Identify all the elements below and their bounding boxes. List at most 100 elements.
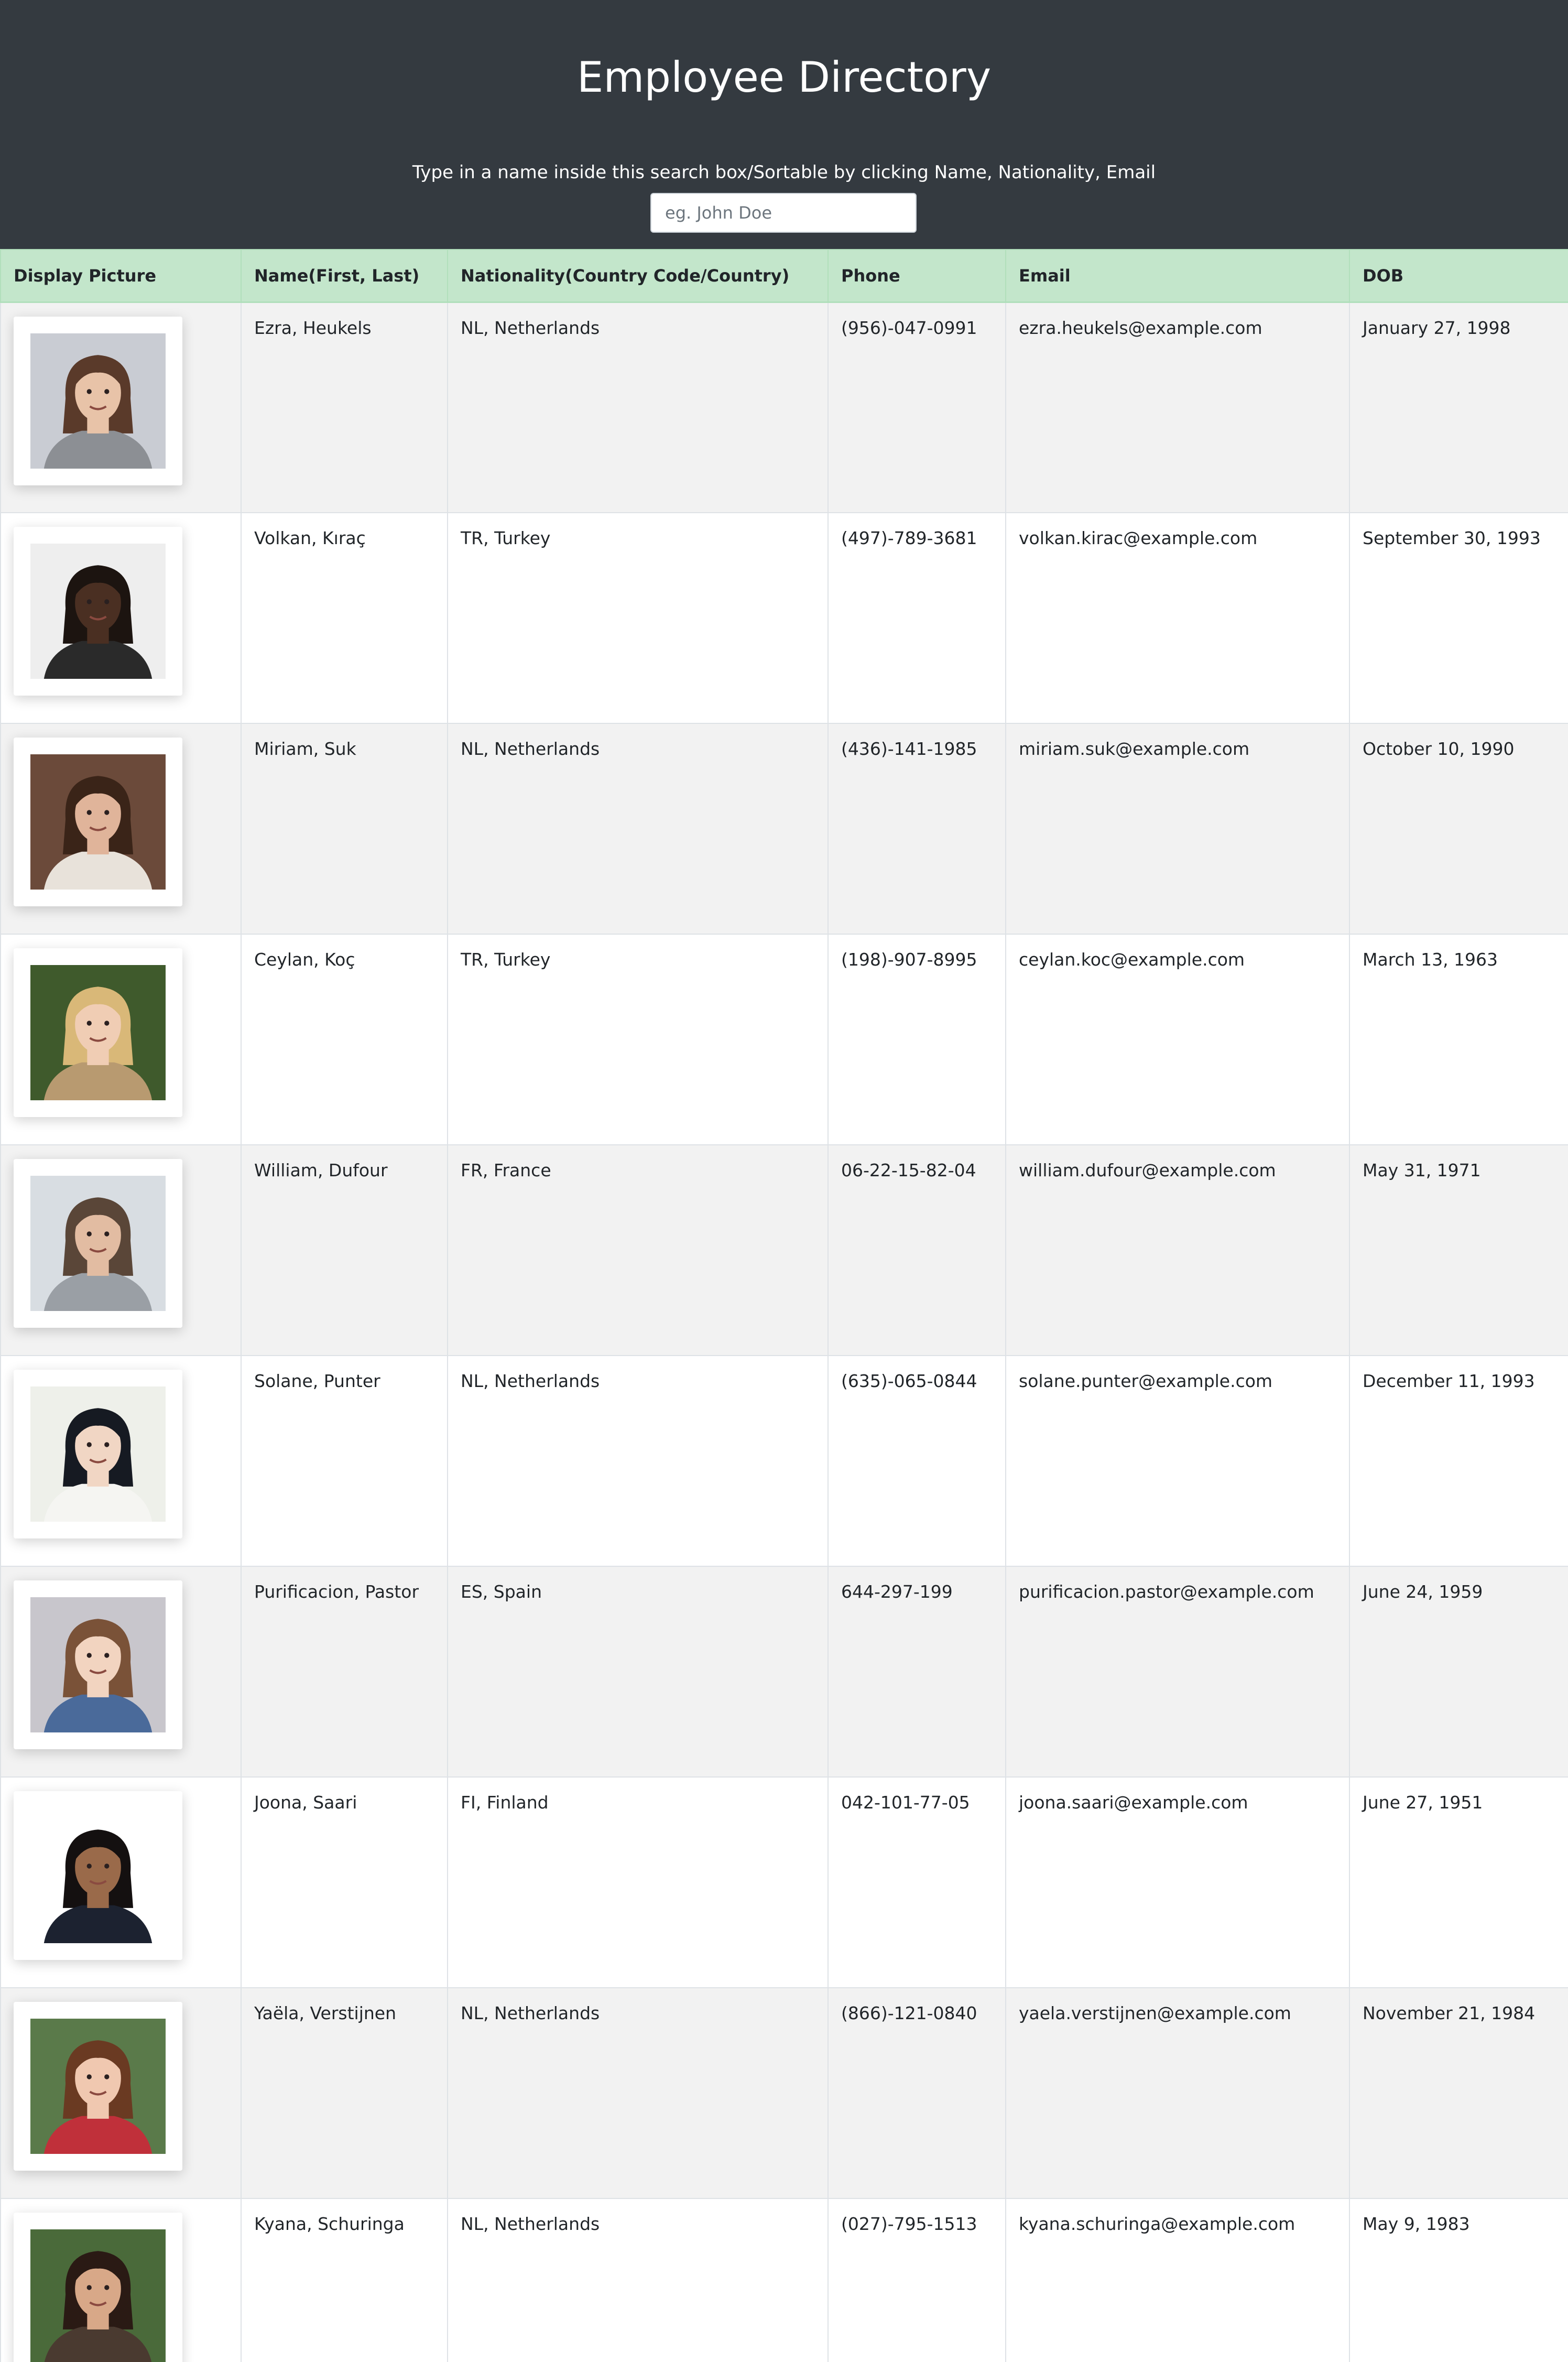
employee-phone: (635)-065-0844 <box>827 1355 1006 1567</box>
column-header-display-picture: Display Picture <box>0 249 242 303</box>
table-row: Yaëla, Verstijnen NL, Netherlands (866)-… <box>0 1987 1568 2199</box>
search-hint: Type in a name inside this search box/So… <box>412 162 1156 183</box>
page-header: Employee Directory Type in a name inside… <box>0 0 1568 249</box>
employee-name: Yaëla, Verstijnen <box>241 1987 448 2199</box>
employee-nationality: ES, Spain <box>447 1566 829 1778</box>
employee-name: Kyana, Schuringa <box>241 2198 448 2362</box>
table-row: Purificacion, Pastor ES, Spain 644-297-1… <box>0 1566 1568 1778</box>
avatar <box>30 1808 166 1943</box>
table-row: Solane, Punter NL, Netherlands (635)-065… <box>0 1355 1568 1567</box>
display-picture-cell <box>0 1144 242 1356</box>
display-picture-frame <box>14 738 182 906</box>
display-picture-cell <box>0 512 242 724</box>
display-picture-cell <box>0 1776 242 1988</box>
display-picture-cell <box>0 2198 242 2362</box>
display-picture-frame <box>14 1791 182 1960</box>
employee-name: Ceylan, Koç <box>241 934 448 1145</box>
table-row: Ceylan, Koç TR, Turkey (198)-907-8995 ce… <box>0 934 1568 1145</box>
avatar <box>30 1597 166 1732</box>
avatar <box>30 1176 166 1311</box>
display-picture-frame <box>14 527 182 696</box>
column-header-nationality[interactable]: Nationality(Country Code/Country) <box>447 249 829 303</box>
employee-email: kyana.schuringa@example.com <box>1005 2198 1350 2362</box>
column-header-name[interactable]: Name(First, Last) <box>241 249 448 303</box>
employee-dob: December 11, 1993 <box>1349 1355 1568 1567</box>
avatar <box>30 754 166 890</box>
employee-email: volkan.kirac@example.com <box>1005 512 1350 724</box>
display-picture-cell <box>0 1355 242 1567</box>
employee-name: Volkan, Kıraç <box>241 512 448 724</box>
employee-nationality: FI, Finland <box>447 1776 829 1988</box>
search-input[interactable] <box>650 193 917 233</box>
employee-nationality: NL, Netherlands <box>447 301 829 513</box>
page-title: Employee Directory <box>576 53 992 102</box>
employee-nationality: NL, Netherlands <box>447 1987 829 2199</box>
display-picture-frame <box>14 1580 182 1749</box>
avatar <box>30 544 166 679</box>
employee-dob: May 9, 1983 <box>1349 2198 1568 2362</box>
employee-name: Miriam, Suk <box>241 723 448 935</box>
employee-name: Solane, Punter <box>241 1355 448 1567</box>
table-row: Miriam, Suk NL, Netherlands (436)-141-19… <box>0 723 1568 935</box>
employee-nationality: TR, Turkey <box>447 512 829 724</box>
employee-phone: (866)-121-0840 <box>827 1987 1006 2199</box>
employee-email: joona.saari@example.com <box>1005 1776 1350 1988</box>
display-picture-frame <box>14 948 182 1117</box>
display-picture-cell <box>0 1987 242 2199</box>
table-row: Ezra, Heukels NL, Netherlands (956)-047-… <box>0 301 1568 513</box>
employee-dob: June 24, 1959 <box>1349 1566 1568 1778</box>
employee-email: william.dufour@example.com <box>1005 1144 1350 1356</box>
employee-name: Joona, Saari <box>241 1776 448 1988</box>
employee-email: ceylan.koc@example.com <box>1005 934 1350 1145</box>
avatar <box>30 965 166 1100</box>
display-picture-frame <box>14 316 182 485</box>
employee-dob: November 21, 1984 <box>1349 1987 1568 2199</box>
avatar <box>30 333 166 469</box>
table-row: Kyana, Schuringa NL, Netherlands (027)-7… <box>0 2198 1568 2362</box>
column-header-email[interactable]: Email <box>1005 249 1350 303</box>
employee-nationality: TR, Turkey <box>447 934 829 1145</box>
display-picture-cell <box>0 1566 242 1778</box>
table-header-row: Display Picture Name(First, Last) Nation… <box>0 249 1568 303</box>
display-picture-frame <box>14 2002 182 2171</box>
employee-email: solane.punter@example.com <box>1005 1355 1350 1567</box>
employee-email: yaela.verstijnen@example.com <box>1005 1987 1350 2199</box>
employee-name: William, Dufour <box>241 1144 448 1356</box>
employee-email: purificacion.pastor@example.com <box>1005 1566 1350 1778</box>
employee-nationality: FR, France <box>447 1144 829 1356</box>
employee-phone: (027)-795-1513 <box>827 2198 1006 2362</box>
display-picture-cell <box>0 301 242 513</box>
employee-phone: 06-22-15-82-04 <box>827 1144 1006 1356</box>
employee-phone: (436)-141-1985 <box>827 723 1006 935</box>
employee-dob: January 27, 1998 <box>1349 301 1568 513</box>
employee-name: Purificacion, Pastor <box>241 1566 448 1778</box>
display-picture-frame <box>14 1370 182 1538</box>
table-row: William, Dufour FR, France 06-22-15-82-0… <box>0 1144 1568 1356</box>
avatar <box>30 1386 166 1522</box>
employee-email: ezra.heukels@example.com <box>1005 301 1350 513</box>
column-header-phone: Phone <box>827 249 1006 303</box>
employee-dob: October 10, 1990 <box>1349 723 1568 935</box>
employee-dob: May 31, 1971 <box>1349 1144 1568 1356</box>
employee-phone: (956)-047-0991 <box>827 301 1006 513</box>
display-picture-frame <box>14 2213 182 2362</box>
employee-nationality: NL, Netherlands <box>447 2198 829 2362</box>
table-row: Volkan, Kıraç TR, Turkey (497)-789-3681 … <box>0 512 1568 724</box>
employee-name: Ezra, Heukels <box>241 301 448 513</box>
employee-phone: (198)-907-8995 <box>827 934 1006 1145</box>
employee-dob: March 13, 1963 <box>1349 934 1568 1145</box>
avatar <box>30 2229 166 2362</box>
display-picture-cell <box>0 723 242 935</box>
avatar <box>30 2019 166 2154</box>
employee-phone: 042-101-77-05 <box>827 1776 1006 1988</box>
table-row: Joona, Saari FI, Finland 042-101-77-05 j… <box>0 1776 1568 1988</box>
display-picture-frame <box>14 1159 182 1328</box>
employee-email: miriam.suk@example.com <box>1005 723 1350 935</box>
display-picture-cell <box>0 934 242 1145</box>
employee-dob: June 27, 1951 <box>1349 1776 1568 1988</box>
employee-table: Display Picture Name(First, Last) Nation… <box>0 249 1568 2362</box>
column-header-dob: DOB <box>1349 249 1568 303</box>
employee-phone: (497)-789-3681 <box>827 512 1006 724</box>
employee-nationality: NL, Netherlands <box>447 1355 829 1567</box>
employee-nationality: NL, Netherlands <box>447 723 829 935</box>
